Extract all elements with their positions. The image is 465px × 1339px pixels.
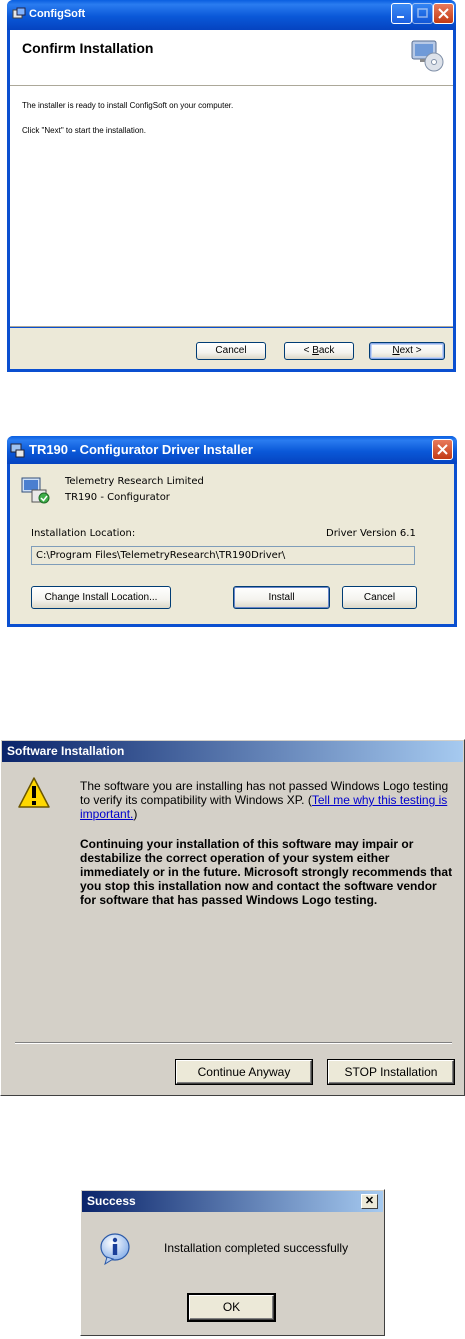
close-button[interactable]: ✕ [361,1194,378,1209]
info-icon [98,1232,132,1266]
install-label: Install [268,592,295,603]
configsoft-window: ConfigSoft Confirm Installation The inst… [7,0,456,372]
page-title: Confirm Installation [22,40,154,56]
separator [15,1042,452,1044]
back-label: < Back [304,345,335,356]
close-icon [437,444,448,455]
header-panel: Confirm Installation [10,30,453,86]
cancel-button[interactable]: Cancel [342,586,417,609]
maximize-button[interactable] [412,3,433,24]
next-suffix: ext > [399,345,422,356]
install-path-value: C:\Program Files\TelemetryResearch\TR190… [36,550,286,561]
driver-installer-window: TR190 - Configurator Driver Installer Te… [7,436,457,627]
driver-installer-titlebar[interactable]: TR190 - Configurator Driver Installer [7,436,457,464]
setup-icon [20,474,52,506]
install-location-label: Installation Location: [31,528,136,539]
install-path-field[interactable]: C:\Program Files\TelemetryResearch\TR190… [31,546,415,565]
content-panel: The installer is ready to install Config… [10,86,453,327]
next-button[interactable]: Next > [369,342,445,360]
continue-anyway-label: Continue Anyway [197,1065,291,1079]
next-label: Next > [392,345,421,356]
logo-test-text-end: ) [133,807,138,821]
minimize-button[interactable] [391,3,412,24]
cancel-button[interactable]: Cancel [196,342,266,360]
close-icon [438,8,449,19]
stop-installation-button[interactable]: STOP Installation [328,1060,454,1084]
back-button[interactable]: < Back [284,342,354,360]
product-name: TR190 - Configurator [65,492,170,503]
cancel-label: Cancel [215,345,247,356]
back-suffix: ack [318,345,335,356]
success-titlebar[interactable]: Success ✕ [82,1191,383,1212]
window-title: Software Installation [7,744,125,758]
maximize-icon [417,8,428,18]
window-title: ConfigSoft [29,8,86,20]
continue-anyway-button[interactable]: Continue Anyway [176,1060,312,1084]
success-message: Installation completed successfully [164,1241,349,1255]
driver-version-label: Driver Version 6.1 [326,528,416,539]
ready-text: The installer is ready to install Config… [22,101,234,110]
minimize-icon [397,16,404,18]
button-bar: Cancel < Back Next > [10,328,453,369]
window-title: Success [87,1194,136,1208]
driver-installer-body: Telemetry Research Limited TR190 - Confi… [10,464,454,624]
ok-label: OK [222,1300,241,1314]
back-accesskey: B [312,345,319,356]
ok-button[interactable]: OK [189,1295,274,1320]
change-location-label: Change Install Location... [44,592,158,603]
warning-icon [17,776,51,810]
company-name: Telemetry Research Limited [65,476,204,487]
back-prefix: < [303,345,313,356]
stop-installation-label: STOP Installation [344,1065,438,1079]
success-window: Success ✕ Installation completed success… [80,1189,385,1336]
close-button[interactable] [432,439,453,460]
next-hint-text: Click "Next" to start the installation. [22,126,146,135]
installer-icon [10,442,26,458]
window-title: TR190 - Configurator Driver Installer [29,442,253,457]
configsoft-titlebar[interactable]: ConfigSoft [7,0,456,30]
stability-warning: Continuing your installation of this sof… [80,837,453,907]
logo-test-message: The software you are installing has not … [80,779,452,821]
close-button[interactable] [433,3,454,24]
cancel-label: Cancel [363,592,396,603]
next-accesskey: N [392,345,400,356]
close-icon: ✕ [364,1195,375,1207]
change-install-location-button[interactable]: Change Install Location... [31,586,171,609]
install-button[interactable]: Install [233,586,330,609]
software-installation-titlebar[interactable]: Software Installation [2,741,463,762]
app-icon [12,7,26,21]
software-installation-window: Software Installation The software you a… [0,739,465,1096]
computer-cd-icon [410,38,444,72]
